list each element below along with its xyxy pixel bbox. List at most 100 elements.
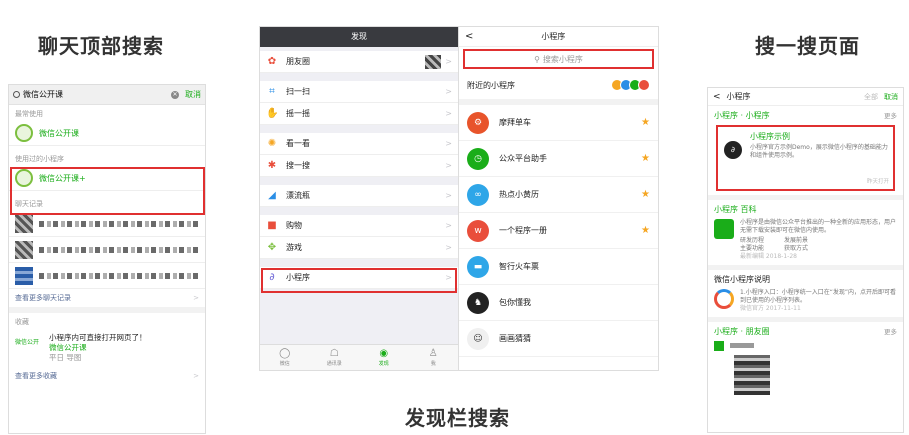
tab-0[interactable]: ◯ 微信 [260, 345, 310, 370]
baike-link[interactable]: 主要功能 [740, 245, 764, 253]
caption-chat-search: 聊天顶部搜索 [38, 34, 164, 58]
section-label: 最常使用 [15, 110, 43, 118]
tab-icon: ◉ [379, 348, 389, 359]
shopping-icon: ■ [267, 219, 277, 231]
blurred-text [730, 343, 754, 348]
moments-section[interactable]: 小程序 · 朋友圈 更多 [708, 322, 903, 399]
discover-item-0[interactable]: ✿ 朋友圈 > [260, 51, 458, 73]
wechat-class-logo-icon [15, 124, 33, 142]
discover-item-2[interactable]: ✋ 摇一摇 > [260, 103, 458, 125]
article-section[interactable]: 微信小程序说明 1.小程序入口：小程序统一入口在“发现”内，点开后即可看到已使用… [708, 270, 903, 322]
search-input[interactable]: 微信公开课 [23, 89, 171, 100]
miniprogram-name: 画画猜猜 [499, 334, 531, 343]
search-bar[interactable]: 微信公开课 ✕ 取消 [9, 85, 205, 105]
search-input[interactable]: 小程序 [727, 91, 864, 102]
baike-link[interactable]: 获取方式 [784, 245, 808, 253]
more-chats-link[interactable]: 查看更多聊天记录 > [9, 289, 205, 313]
section-label: 收藏 [15, 318, 29, 326]
miniprogram-search-input[interactable]: ⚲ 搜索小程序 [463, 49, 654, 69]
miniprogram-name: 热点小黄历 [499, 190, 539, 199]
chevron-right-icon: > [445, 139, 452, 148]
miniprogram-item[interactable]: ◷ 公众平台助手 ★ [459, 141, 658, 177]
shake-icon: ✋ [266, 107, 279, 119]
baike-link[interactable]: 研发历程 [740, 237, 764, 245]
nearby-label: 附近的小程序 [467, 80, 515, 90]
miniprogram-item[interactable]: ♞ 包你懂我 [459, 285, 658, 321]
clear-icon[interactable]: ✕ [171, 90, 179, 99]
moments-thumb [425, 54, 442, 69]
search-icon [13, 91, 20, 98]
header: < 小程序 [459, 27, 658, 47]
avatar [15, 240, 33, 259]
discover-item-label: 购物 [286, 221, 302, 230]
more-favs-link[interactable]: 查看更多收藏 > [9, 367, 205, 385]
discover-item-label: 游戏 [286, 243, 302, 252]
back-icon[interactable]: < [465, 31, 473, 42]
tab-bar: ◯ 微信 ☖ 通讯录 ◉ 发现 ♙ 我 [260, 344, 458, 370]
chevron-right-icon: > [445, 161, 452, 170]
miniprogram-item[interactable]: ▬ 智行火车票 [459, 249, 658, 285]
nearby-row[interactable]: 附近的小程序 [459, 71, 658, 105]
more-link[interactable]: 更多 [884, 326, 897, 337]
miniprogram-item[interactable]: ∞ 热点小黄历 ★ [459, 177, 658, 213]
result-desc: 小程序官方示例Demo，展示微信小程序的基础能力和组件使用示例。 [750, 144, 888, 159]
discover-item-7[interactable]: ✥ 游戏 > [260, 237, 458, 259]
miniprogram-item[interactable]: ⚙ 摩拜单车 ★ [459, 105, 658, 141]
miniprogram-result-card[interactable]: ∂ 小程序示例 小程序官方示例Demo，展示微信小程序的基础能力和组件使用示例。… [716, 125, 895, 191]
tab-label: 通讯录 [326, 361, 342, 367]
miniprogram-name: 公众平台助手 [499, 154, 547, 163]
blurred-text [39, 272, 199, 279]
baike-meta: 最新编辑 2018-1-28 [740, 253, 797, 260]
mobike-icon: ⚙ [467, 111, 489, 134]
miniprogram-item[interactable]: ☺ 画画猜猜 [459, 321, 658, 357]
discover-item-3[interactable]: ✺ 看一看 > [260, 133, 458, 155]
search-icon: ⚲ [534, 54, 540, 64]
back-icon[interactable]: < [713, 92, 721, 102]
discover-item-label: 朋友圈 [286, 57, 310, 66]
discover-item-4[interactable]: ✱ 搜一搜 > [260, 155, 458, 177]
chevron-right-icon: > [193, 372, 199, 380]
cancel-button[interactable]: 取消 [185, 89, 201, 100]
miniprogram-item[interactable]: w 一个程序一册 ★ [459, 213, 658, 249]
chevron-right-icon: > [445, 57, 452, 66]
filter-all-button[interactable]: 全部 [864, 92, 878, 102]
baike-section[interactable]: 小程序 百科 小程序是由微信公众平台推出的一种全新的应用形态，用户无需下载安装即… [708, 200, 903, 270]
baike-link[interactable]: 发展前景 [784, 237, 808, 245]
avatar [15, 266, 33, 285]
miniprogram-name: 智行火车票 [499, 262, 539, 271]
item-label: 微信公开课 [39, 128, 79, 138]
fav-source: 微信公开课 [49, 343, 87, 352]
search-icon: ✱ [267, 159, 277, 171]
cancel-button[interactable]: 取消 [884, 92, 898, 102]
tab-3[interactable]: ♙ 我 [409, 345, 459, 370]
star-icon: ★ [641, 117, 650, 128]
section-label: 使用过的小程序 [15, 155, 64, 163]
discover-item-label: 漂流瓶 [286, 191, 310, 200]
look-icon: ✺ [267, 137, 277, 149]
caption-sousou-page: 搜一搜页面 [755, 34, 860, 58]
moments-icon: ✿ [267, 55, 277, 67]
more-label: 查看更多聊天记录 [15, 294, 71, 302]
tab-2[interactable]: ◉ 发现 [359, 345, 409, 370]
result-name: 小程序示例 [750, 132, 790, 141]
tab-label: 我 [430, 361, 436, 367]
result-time: 昨天打开 [866, 179, 889, 185]
discover-item-5[interactable]: ◢ 漂流瓶 > [260, 185, 458, 207]
miniprogram-section: 小程序 · 小程序 更多 ∂ 小程序示例 小程序官方示例Demo，展示微信小程序的… [708, 106, 903, 200]
more-link[interactable]: 更多 [884, 110, 897, 121]
discover-item-1[interactable]: ⌗ 扫一扫 > [260, 81, 458, 103]
favorite-item[interactable]: 微信公开 小程序内可直接打开网页了！ 微信公开课 平日 导图 [9, 329, 205, 367]
chat-search-screen: 微信公开课 ✕ 取消 最常使用 微信公开课 使用过的小程序 微信公开课+ 聊天记… [8, 84, 206, 434]
star-icon: ★ [641, 225, 650, 236]
chat-row[interactable] [9, 263, 205, 289]
tab-label: 发现 [378, 361, 389, 367]
blurred-text [39, 246, 199, 253]
chat-row[interactable] [9, 237, 205, 263]
discover-panel: 发现 ✿ 朋友圈 > ⌗ 扫一扫 > ✋ 摇一摇 > ✺ 看一看 > ✱ 搜一搜 > ◢ 漂流瓶 > ■ 购物 > ✥ 游戏… [260, 27, 458, 370]
tab-1[interactable]: ☖ 通讯录 [310, 345, 360, 370]
star-icon: ★ [641, 153, 650, 164]
discover-item-6[interactable]: ■ 购物 > [260, 215, 458, 237]
article-meta: 微信官方 2017-11-11 [740, 305, 801, 312]
fav-title: 小程序内可直接打开网页了！ [49, 333, 147, 342]
list-item[interactable]: 微信公开课 [9, 121, 205, 146]
